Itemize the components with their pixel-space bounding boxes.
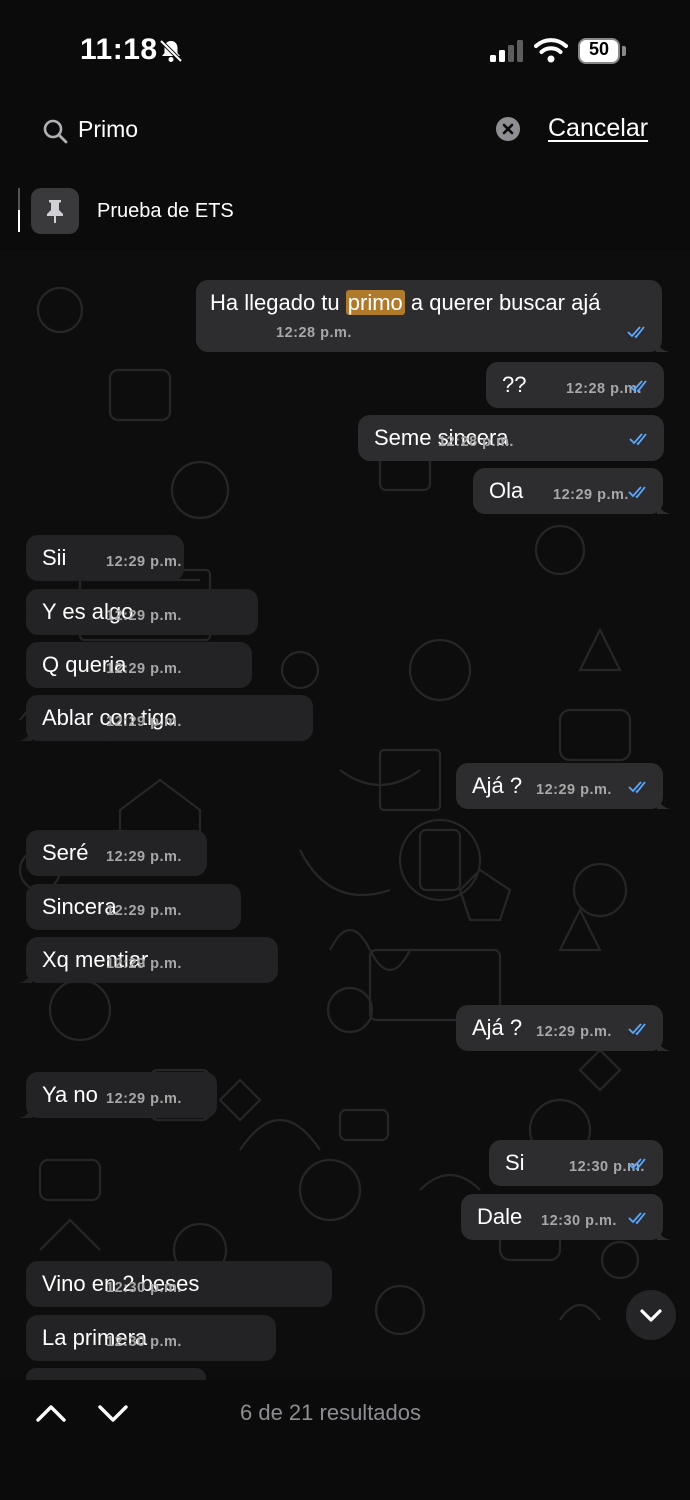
message-time: 12:29 p.m. — [536, 782, 612, 798]
message-bubble-incoming[interactable]: La primera 12:30 p.m. — [26, 1315, 276, 1361]
message-bubble-outgoing[interactable]: Ola 12:29 p.m. — [473, 468, 671, 514]
double-check-icon — [629, 380, 647, 393]
message-bubble-incoming[interactable]: Ablar con tigo 12:29 p.m. — [18, 695, 313, 741]
chevron-down-icon — [640, 1309, 662, 1322]
message-time: 12:29 p.m. — [106, 956, 182, 972]
message-bubble-outgoing[interactable]: Si 12:30 p.m. — [489, 1140, 663, 1186]
message-time: 12:29 p.m. — [106, 554, 182, 570]
message-time: 12:30 p.m. — [106, 1280, 182, 1296]
chat-area[interactable]: Ha llegado tu primo a querer buscar ajá … — [0, 250, 690, 1380]
message-bubble-outgoing[interactable]: Ajá ? 12:29 p.m. — [456, 1005, 671, 1051]
top-bar: 11:18 50 Primo Cancelar Prueba de ETS — [0, 0, 690, 250]
search-results-bar: 6 de 21 resultados — [0, 1380, 690, 1500]
message-bubble-incoming[interactable]: Seré 12:29 p.m. — [26, 830, 207, 876]
message-time: 12:29 p.m. — [106, 849, 182, 865]
bubble-tail — [657, 500, 671, 514]
message-time: 12:29 p.m. — [106, 903, 182, 919]
double-check-icon — [628, 486, 646, 499]
bubble-tail — [656, 338, 670, 352]
message-bubble-incoming[interactable]: Vino en 2 beses 12:30 p.m. — [26, 1261, 332, 1307]
signal-icon — [490, 40, 523, 62]
cancel-button[interactable]: Cancelar — [548, 114, 648, 143]
message-time: 12:29 p.m. — [106, 1091, 182, 1107]
search-icon — [43, 119, 68, 144]
bell-slash-icon — [159, 39, 183, 63]
message-time: 12:28 p.m. — [276, 325, 352, 341]
pinned-message-banner[interactable]: Prueba de ETS — [0, 180, 690, 250]
bubble-tail — [18, 1104, 32, 1118]
status-time: 11:18 — [80, 33, 158, 66]
message-bubble-incoming[interactable]: Q queria 12:29 p.m. — [26, 642, 252, 688]
double-check-icon — [627, 326, 645, 339]
results-counter: 6 de 21 resultados — [240, 1400, 422, 1425]
message-bubble-outgoing[interactable]: Ha llegado tu primo a querer buscar ajá … — [196, 280, 670, 352]
message-bubble-incoming[interactable]: Sii 12:29 p.m. — [26, 535, 184, 581]
clear-icon[interactable] — [496, 117, 520, 141]
double-check-icon — [628, 1023, 646, 1036]
search-bar[interactable]: Primo Cancelar — [0, 100, 690, 170]
message-time: 12:29 p.m. — [106, 661, 182, 677]
message-bubble-outgoing[interactable]: ?? 12:28 p.m. — [486, 362, 664, 408]
battery-level: 50 — [588, 39, 610, 59]
message-time: 12:29 p.m. — [106, 714, 182, 730]
wifi-icon — [534, 38, 568, 63]
search-input[interactable]: Primo — [78, 116, 138, 143]
scroll-to-bottom-button[interactable] — [626, 1290, 676, 1340]
bubble-tail — [18, 727, 32, 741]
message-time: 12:29 p.m. — [106, 608, 182, 624]
message-text: Dale — [477, 1204, 523, 1229]
message-time: 12:30 p.m. — [569, 1159, 645, 1175]
message-time: 12:30 p.m. — [541, 1213, 617, 1229]
message-text: Seré — [42, 840, 89, 865]
message-bubble-outgoing[interactable]: Dale 12:30 p.m. — [461, 1194, 671, 1240]
bubble-tail — [18, 969, 32, 983]
chevron-up-icon[interactable] — [36, 1400, 66, 1426]
double-check-icon — [628, 1212, 646, 1225]
message-bubble-outgoing[interactable]: Ajá ? 12:29 p.m. — [456, 763, 671, 809]
message-time: 12:28 p.m. — [438, 434, 514, 450]
bubble-tail — [657, 1037, 671, 1051]
message-text: ?? — [502, 372, 527, 397]
double-check-icon — [629, 433, 647, 446]
message-bubble-incoming[interactable]: Sincera 12:29 p.m. — [26, 884, 241, 930]
double-check-icon — [628, 1158, 646, 1171]
status-bar: 11:18 50 — [0, 0, 690, 100]
message-time: 12:28 p.m. — [566, 381, 642, 397]
message-bubble-incoming[interactable]: Ya no 12:29 p.m. — [18, 1072, 217, 1118]
message-time: 12:29 p.m. — [553, 487, 629, 503]
double-check-icon — [628, 781, 646, 794]
pinned-message-label: Prueba de ETS — [97, 200, 234, 222]
message-time: 12:30 p.m. — [106, 1334, 182, 1350]
message-text: Ajá ? — [472, 773, 523, 798]
message-bubble-outgoing[interactable]: Seme sincera 12:28 p.m. — [358, 415, 664, 461]
message-bubble-incoming-partial[interactable] — [26, 1368, 206, 1380]
message-time: 12:29 p.m. — [536, 1024, 612, 1040]
message-text: Ajá ? — [472, 1015, 523, 1040]
message-text: Sii — [42, 545, 67, 570]
message-bubble-incoming[interactable]: Xq mentiar 12:29 p.m. — [18, 937, 278, 983]
pin-badge — [31, 188, 79, 234]
pin-icon — [47, 200, 63, 223]
bubble-tail — [657, 1226, 671, 1240]
battery-icon: 50 — [578, 38, 626, 64]
pin-indicator-active — [18, 210, 20, 232]
message-bubble-incoming[interactable]: Y es algo 12:29 p.m. — [26, 589, 258, 635]
message-text: Si — [505, 1150, 525, 1175]
message-text: Ya no — [42, 1082, 98, 1107]
chevron-down-icon[interactable] — [98, 1400, 128, 1426]
bubble-tail — [657, 795, 671, 809]
message-text: Ola — [489, 478, 524, 503]
